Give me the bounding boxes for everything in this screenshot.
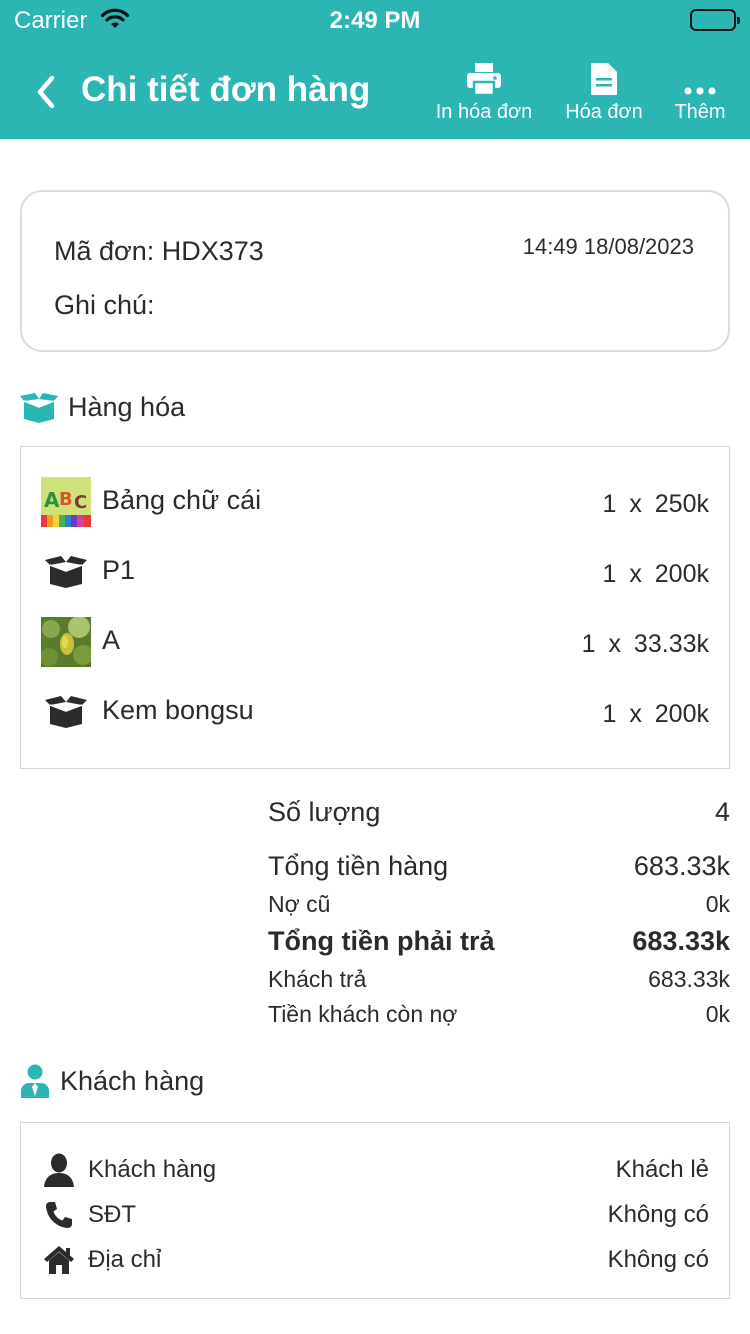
customer-address-value: Không có bbox=[607, 1246, 709, 1273]
home-icon bbox=[41, 1242, 77, 1278]
order-note: Ghi chú: bbox=[54, 290, 155, 320]
summary-paid-row: Khách trả 683.33k bbox=[268, 966, 730, 993]
customer-info: Khách hàng Khách lẻ SĐT Không có Địa chỉ… bbox=[20, 1122, 730, 1299]
printer-icon bbox=[428, 58, 540, 96]
plant-photo bbox=[41, 617, 91, 667]
subtotal-label: Tổng tiền hàng bbox=[268, 851, 449, 881]
summary-total-row: Tổng tiền phải trả 683.33k bbox=[268, 926, 730, 957]
customer-phone-row: SĐT Không có bbox=[41, 1197, 709, 1233]
customer-address-label: Địa chỉ bbox=[88, 1246, 162, 1273]
list-item[interactable]: A B C Bảng chữ cái 1 x 250k bbox=[41, 477, 709, 527]
customer-address-row: Địa chỉ Không có bbox=[41, 1242, 709, 1278]
status-bar: Carrier 2:49 PM bbox=[0, 0, 750, 40]
svg-text:B: B bbox=[59, 489, 73, 510]
more-button[interactable]: Thêm bbox=[666, 58, 734, 124]
box-icon bbox=[41, 687, 91, 737]
summary-old-debt-row: Nợ cũ 0k bbox=[268, 891, 730, 918]
remaining-value: 0k bbox=[705, 1001, 730, 1027]
chevron-left-icon bbox=[37, 75, 55, 109]
summary-remaining-row: Tiền khách còn nợ 0k bbox=[268, 1001, 730, 1028]
invoice-label: Hóa đơn bbox=[565, 101, 643, 123]
print-invoice-button[interactable]: In hóa đơn bbox=[428, 58, 540, 124]
document-icon bbox=[556, 58, 652, 96]
customer-name-label: Khách hàng bbox=[88, 1156, 217, 1183]
summary-quantity-row: Số lượng 4 bbox=[268, 797, 730, 828]
item-qty-price: 1 x 33.33k bbox=[581, 630, 709, 658]
paid-value: 683.33k bbox=[648, 966, 730, 992]
person-icon bbox=[41, 1152, 77, 1188]
page-title: Chi tiết đơn hàng bbox=[81, 70, 371, 109]
goods-section-header: Hàng hóa bbox=[20, 392, 185, 423]
old-debt-label: Nợ cũ bbox=[268, 891, 331, 917]
list-item[interactable]: A 1 x 33.33k bbox=[41, 617, 709, 667]
item-name: Bảng chữ cái bbox=[102, 485, 262, 515]
old-debt-value: 0k bbox=[705, 891, 730, 917]
item-qty-price: 1 x 200k bbox=[602, 560, 709, 588]
svg-text:C: C bbox=[74, 492, 87, 513]
order-info-card: Mã đơn: HDX373 Ghi chú: 14:49 18/08/2023 bbox=[20, 190, 730, 352]
more-dots-icon bbox=[666, 58, 734, 96]
phone-icon bbox=[41, 1197, 77, 1233]
alphabet-image: A B C bbox=[41, 477, 91, 527]
goods-heading: Hàng hóa bbox=[68, 392, 186, 422]
status-time: 2:49 PM bbox=[329, 7, 421, 34]
back-button[interactable] bbox=[30, 72, 64, 112]
order-datetime: 14:49 18/08/2023 bbox=[522, 234, 694, 259]
list-item[interactable]: P1 1 x 200k bbox=[41, 547, 709, 597]
total-value: 683.33k bbox=[632, 926, 730, 956]
customer-name-value: Khách lẻ bbox=[615, 1156, 709, 1183]
quantity-label: Số lượng bbox=[268, 797, 381, 827]
remaining-label: Tiền khách còn nợ bbox=[268, 1001, 458, 1027]
quantity-value: 4 bbox=[714, 797, 730, 827]
svg-text:A: A bbox=[44, 488, 60, 512]
order-code: Mã đơn: HDX373 bbox=[54, 236, 264, 266]
box-icon bbox=[41, 547, 91, 597]
print-invoice-label: In hóa đơn bbox=[435, 101, 533, 123]
item-qty-price: 1 x 250k bbox=[602, 490, 709, 518]
item-qty-price: 1 x 200k bbox=[602, 700, 709, 728]
customer-name-row: Khách hàng Khách lẻ bbox=[41, 1152, 709, 1188]
customer-phone-label: SĐT bbox=[88, 1201, 136, 1228]
battery-icon bbox=[690, 9, 740, 31]
box-icon bbox=[20, 392, 58, 423]
customer-heading: Khách hàng bbox=[60, 1065, 205, 1096]
item-name: Kem bongsu bbox=[102, 695, 254, 725]
invoice-button[interactable]: Hóa đơn bbox=[556, 58, 652, 124]
paid-label: Khách trả bbox=[268, 966, 367, 992]
item-name: P1 bbox=[102, 555, 136, 585]
goods-list: A B C Bảng chữ cái 1 x 250k P1 1 x 200k … bbox=[20, 446, 730, 769]
more-label: Thêm bbox=[674, 101, 726, 123]
navigation-bar: Carrier 2:49 PM Chi tiết đơn hàng In hóa… bbox=[0, 0, 750, 139]
subtotal-value: 683.33k bbox=[633, 851, 730, 881]
total-label: Tổng tiền phải trả bbox=[268, 926, 495, 956]
summary-subtotal-row: Tổng tiền hàng 683.33k bbox=[268, 851, 730, 882]
customer-section-header: Khách hàng bbox=[20, 1064, 204, 1098]
customer-phone-value: Không có bbox=[607, 1201, 709, 1228]
list-item[interactable]: Kem bongsu 1 x 200k bbox=[41, 687, 709, 737]
item-name: A bbox=[102, 625, 121, 655]
customer-icon bbox=[20, 1064, 50, 1098]
